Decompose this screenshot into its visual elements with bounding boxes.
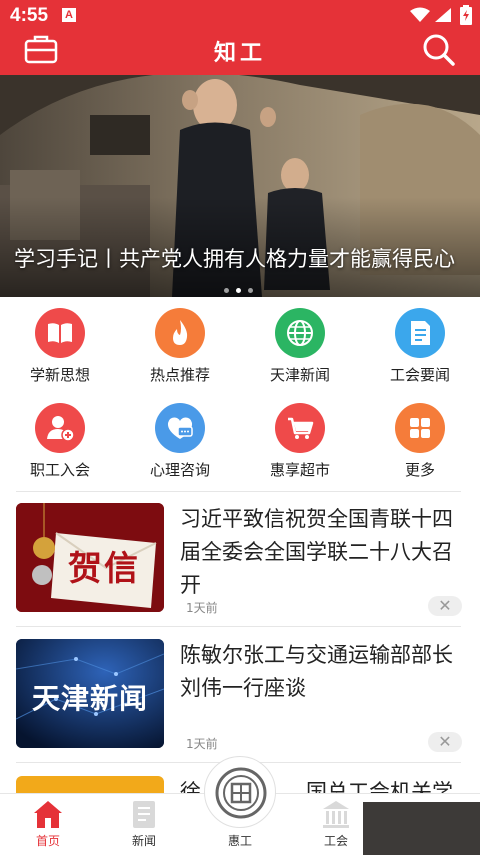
section-divider — [16, 491, 461, 492]
quick-link-icon-bg — [395, 308, 445, 358]
dismiss-button[interactable]: ✕ — [428, 596, 462, 616]
news-icon — [133, 801, 155, 828]
pagination-dot[interactable] — [248, 288, 253, 293]
center-logo-button[interactable] — [204, 756, 276, 828]
news-title: 陈敏尔张工与交通运输部部长刘伟一行座谈 — [180, 643, 453, 700]
nav-label: 惠工 — [227, 834, 252, 848]
grid-icon — [410, 418, 430, 438]
building-icon — [323, 801, 349, 828]
search-button[interactable] — [422, 33, 456, 67]
quick-link-more[interactable]: 更多 — [360, 403, 480, 495]
quick-link-icon-bg — [275, 403, 325, 453]
document-icon — [411, 321, 430, 345]
dismiss-button[interactable]: ✕ — [428, 732, 462, 752]
heart-chat-icon — [167, 417, 193, 439]
news-thumbnail-text: 天津新闻 — [31, 682, 148, 715]
quick-link-hot-topics[interactable]: 热点推荐 — [120, 308, 240, 400]
search-icon — [423, 34, 455, 66]
quick-link-icon-bg — [275, 308, 325, 358]
book-icon — [48, 323, 72, 343]
quick-link-study-thought[interactable]: 学新思想 — [0, 308, 120, 400]
news-thumbnail — [16, 776, 164, 793]
status-bar: 4:55 A — [0, 0, 480, 32]
cart-icon — [288, 417, 314, 439]
quick-link-label: 惠享超市 — [269, 461, 330, 479]
app-header: 4:55 A 知工 — [0, 0, 480, 75]
banner-carousel[interactable]: 学习手记丨共产党人拥有人格力量才能赢得民心 — [0, 75, 480, 297]
nav-home[interactable]: 首页 — [0, 794, 96, 855]
quick-link-icon-bg — [155, 308, 205, 358]
news-thumbnail: 贺信 — [16, 503, 164, 612]
banner-caption: 学习手记丨共产党人拥有人格力量才能赢得民心 — [14, 247, 455, 271]
quick-link-label: 学新思想 — [29, 366, 90, 384]
floating-overlay — [363, 802, 480, 855]
quick-link-label: 心理咨询 — [149, 461, 210, 479]
battery-icon — [460, 5, 472, 29]
briefcase-icon — [24, 35, 58, 64]
briefcase-button[interactable] — [24, 34, 58, 64]
quick-link-label: 天津新闻 — [269, 366, 330, 384]
home-icon — [34, 801, 62, 828]
quick-link-icon-bg — [155, 403, 205, 453]
pagination-dot-active[interactable] — [236, 288, 241, 293]
quick-link-icon-bg — [395, 403, 445, 453]
quick-link-icon-bg — [35, 403, 85, 453]
quick-link-join-union[interactable]: 职工入会 — [0, 403, 120, 495]
quick-link-supermarket[interactable]: 惠享超市 — [240, 403, 360, 495]
quick-link-label: 工会要闻 — [389, 366, 450, 384]
fire-icon — [173, 320, 188, 345]
quick-link-label: 更多 — [404, 461, 435, 479]
pagination-dot[interactable] — [224, 288, 229, 293]
quick-link-union-news[interactable]: 工会要闻 — [360, 308, 480, 400]
news-title: 习近平致信祝贺全国青联十四届全委会全国学联二十八大召开 — [180, 507, 453, 597]
globe-icon — [287, 320, 313, 346]
quick-link-label: 职工入会 — [29, 461, 90, 479]
banner-pagination — [224, 288, 264, 294]
quick-link-tianjin-news[interactable]: 天津新闻 — [240, 308, 360, 400]
app-title: 知工 — [213, 40, 266, 66]
wifi-icon — [410, 7, 430, 27]
news-divider — [16, 626, 461, 627]
news-thumbnail: 天津新闻 — [16, 639, 164, 748]
quick-link-counseling[interactable]: 心理咨询 — [120, 403, 240, 495]
news-time: 1天前 — [186, 601, 218, 615]
union-logo-icon — [215, 767, 267, 819]
news-item[interactable]: 贺信 习近平致信祝贺全国青联十四届全委会全国学联二十八大召开 1天前 ✕ — [0, 503, 480, 631]
news-thumbnail-text: 贺信 — [68, 549, 140, 589]
notification-icon: A — [62, 8, 76, 22]
nav-label: 新闻 — [131, 834, 156, 848]
nav-label: 首页 — [35, 834, 60, 848]
news-item[interactable]: 天津新闻 陈敏尔张工与交通运输部部长刘伟一行座谈 1天前 ✕ — [0, 639, 480, 767]
quick-link-label: 热点推荐 — [149, 366, 210, 384]
add-user-icon — [47, 416, 75, 442]
quick-link-icon-bg — [35, 308, 85, 358]
signal-icon — [434, 7, 452, 27]
news-time: 1天前 — [186, 737, 218, 751]
nav-news[interactable]: 新闻 — [96, 794, 192, 855]
status-time: 4:55 — [10, 5, 49, 26]
